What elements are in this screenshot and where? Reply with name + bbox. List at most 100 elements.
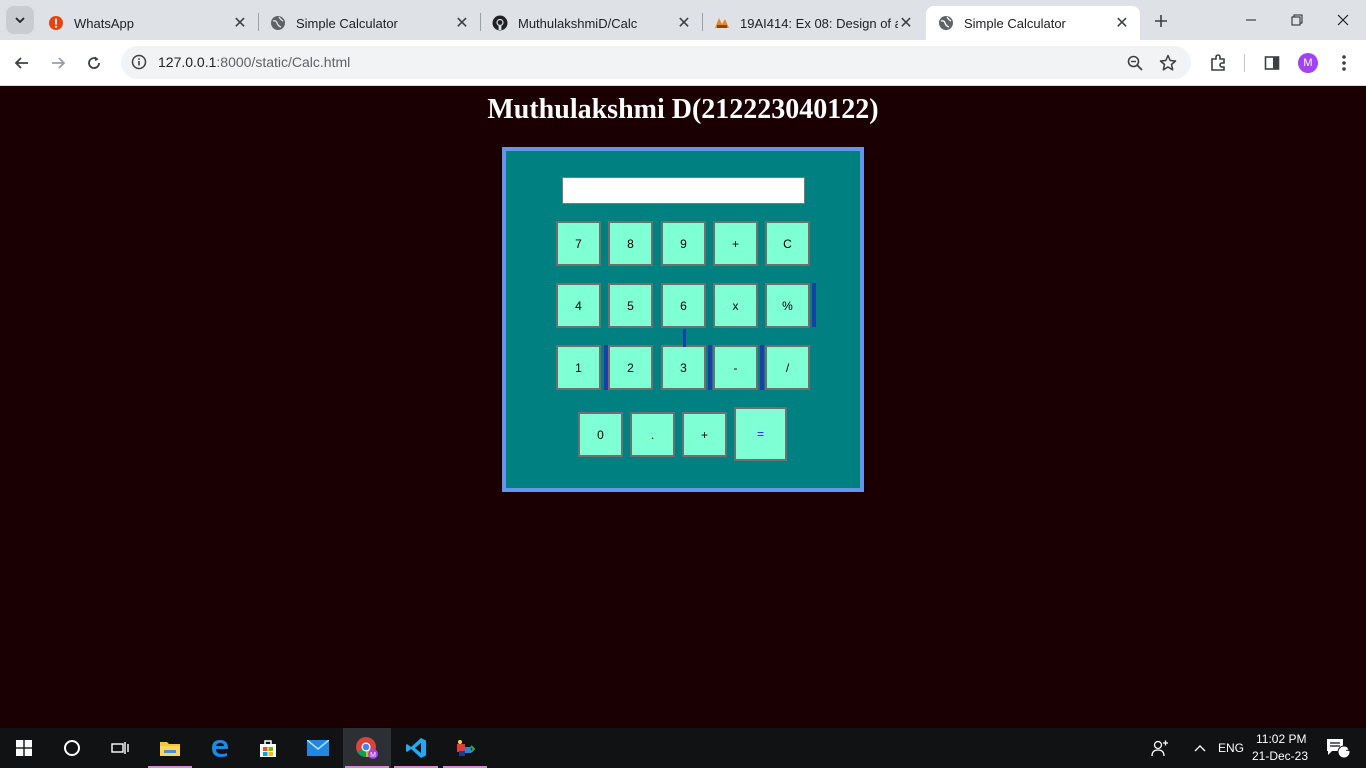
people-button[interactable]	[1140, 728, 1180, 768]
tab-search-button[interactable]	[6, 6, 34, 34]
forward-button[interactable]	[43, 48, 73, 78]
chevron-up-icon	[1194, 745, 1206, 752]
app-icon	[457, 740, 476, 756]
key-divide[interactable]: /	[765, 345, 810, 390]
tab-strip: WhatsApp ✕ Simple Calculator ✕ Muthulaks…	[0, 0, 1366, 40]
back-button[interactable]	[7, 48, 37, 78]
language-indicator[interactable]: ENG	[1218, 741, 1244, 755]
key-decimal[interactable]: .	[630, 412, 675, 457]
close-tab-icon[interactable]: ✕	[1114, 15, 1130, 32]
windows-taskbar: M ENG 11:02 PM 21-Dec-23 1	[0, 728, 1366, 768]
calculator: 7 8 9 + C 4 5 6 x % 1 2 3 - / 0 . + =	[502, 147, 864, 492]
start-button[interactable]	[0, 728, 48, 768]
bookmark-star-icon[interactable]	[1157, 52, 1179, 74]
edge-button[interactable]	[196, 728, 244, 768]
folder-icon	[160, 742, 180, 756]
svg-text:M: M	[370, 752, 376, 759]
restore-button[interactable]	[1274, 0, 1320, 40]
windows-logo-icon	[16, 740, 32, 756]
tab-github[interactable]: MuthulakshmiD/Calc ✕	[480, 6, 702, 40]
chrome-icon: M	[356, 737, 378, 759]
mail-button[interactable]	[294, 728, 342, 768]
reload-button[interactable]	[79, 48, 109, 78]
vscode-icon	[406, 738, 426, 758]
key-plus[interactable]: +	[713, 221, 758, 266]
action-center-button[interactable]: 1	[1318, 728, 1358, 768]
stray-mark	[812, 283, 816, 327]
key-4[interactable]: 4	[556, 283, 601, 328]
search-circle-icon	[64, 740, 80, 756]
close-window-button[interactable]	[1320, 0, 1366, 40]
tab-whatsapp[interactable]: WhatsApp ✕	[36, 6, 258, 40]
tab-title: Simple Calculator	[964, 15, 1066, 31]
key-percent[interactable]: %	[765, 283, 810, 328]
tab-title: MuthulakshmiD/Calc	[518, 15, 638, 31]
key-9[interactable]: 9	[661, 221, 706, 266]
close-tab-icon[interactable]: ✕	[676, 15, 692, 32]
key-1[interactable]: 1	[556, 345, 601, 390]
side-panel-icon[interactable]	[1260, 51, 1284, 75]
edge-icon	[212, 740, 228, 757]
toolbar-separator	[1244, 54, 1245, 72]
profile-avatar[interactable]: M	[1298, 53, 1318, 73]
key-clear[interactable]: C	[765, 221, 810, 266]
site-info-icon[interactable]	[129, 52, 149, 72]
course-icon	[714, 15, 730, 31]
key-equals[interactable]: =	[734, 407, 787, 461]
key-8[interactable]: 8	[608, 221, 653, 266]
arrow-right-icon	[52, 57, 66, 69]
restore-icon	[1291, 14, 1303, 26]
tab-simple-calculator-active[interactable]: Simple Calculator ✕	[926, 6, 1140, 40]
address-bar[interactable]: 127.0.0.1:8000/static/Calc.html	[121, 46, 1191, 79]
key-6[interactable]: 6	[661, 283, 706, 328]
stray-mark	[683, 329, 686, 347]
github-icon	[492, 15, 508, 31]
browser-toolbar: 127.0.0.1:8000/static/Calc.html M	[0, 40, 1366, 86]
task-view-button[interactable]	[96, 728, 144, 768]
close-tab-icon[interactable]: ✕	[232, 15, 248, 32]
clock-date[interactable]: 21-Dec-23	[1252, 749, 1308, 763]
arrow-left-icon	[14, 57, 28, 69]
page-title: Muthulakshmi D(212223040122)	[487, 94, 879, 125]
chrome-button[interactable]: M	[343, 728, 391, 768]
key-plus-2[interactable]: +	[682, 412, 727, 457]
app-button[interactable]	[441, 728, 489, 768]
key-7[interactable]: 7	[556, 221, 601, 266]
show-hidden-icons-button[interactable]	[1186, 728, 1214, 768]
close-tab-icon[interactable]: ✕	[454, 15, 470, 32]
key-minus[interactable]: -	[713, 345, 758, 390]
new-tab-button[interactable]	[1148, 8, 1174, 34]
tab-simple-calculator-1[interactable]: Simple Calculator ✕	[258, 6, 480, 40]
key-0[interactable]: 0	[578, 412, 623, 457]
url-text[interactable]: 127.0.0.1:8000/static/Calc.html	[158, 54, 350, 70]
store-button[interactable]	[244, 728, 292, 768]
stray-mark	[760, 345, 764, 390]
plus-icon	[1155, 15, 1167, 27]
key-3[interactable]: 3	[661, 345, 706, 390]
zoom-icon[interactable]	[1124, 52, 1146, 74]
task-view-icon	[111, 742, 129, 754]
clock-time[interactable]: 11:02 PM	[1256, 732, 1306, 746]
minimize-icon	[1246, 19, 1256, 21]
more-menu-icon[interactable]	[1332, 51, 1356, 75]
key-2[interactable]: 2	[608, 345, 653, 390]
reload-icon	[88, 56, 100, 69]
people-icon	[1151, 740, 1168, 757]
extensions-icon[interactable]	[1206, 51, 1230, 75]
close-icon	[1337, 14, 1349, 26]
key-5[interactable]: 5	[608, 283, 653, 328]
stray-mark	[604, 345, 608, 390]
tab-title: 19AI414: Ex 08: Design of a S	[740, 15, 898, 31]
close-tab-icon[interactable]: ✕	[898, 15, 914, 32]
key-multiply[interactable]: x	[713, 283, 758, 328]
cortana-button[interactable]	[48, 728, 96, 768]
calculator-display[interactable]	[562, 177, 805, 204]
file-explorer-button[interactable]	[146, 728, 194, 768]
globe-icon	[938, 15, 954, 31]
minimize-button[interactable]	[1228, 0, 1274, 40]
chevron-down-icon	[15, 17, 25, 24]
vscode-button[interactable]	[392, 728, 440, 768]
tab-title: Simple Calculator	[296, 15, 398, 31]
url-path: :8000/static/Calc.html	[216, 54, 351, 70]
tab-course[interactable]: 19AI414: Ex 08: Design of a S ✕	[702, 6, 924, 40]
